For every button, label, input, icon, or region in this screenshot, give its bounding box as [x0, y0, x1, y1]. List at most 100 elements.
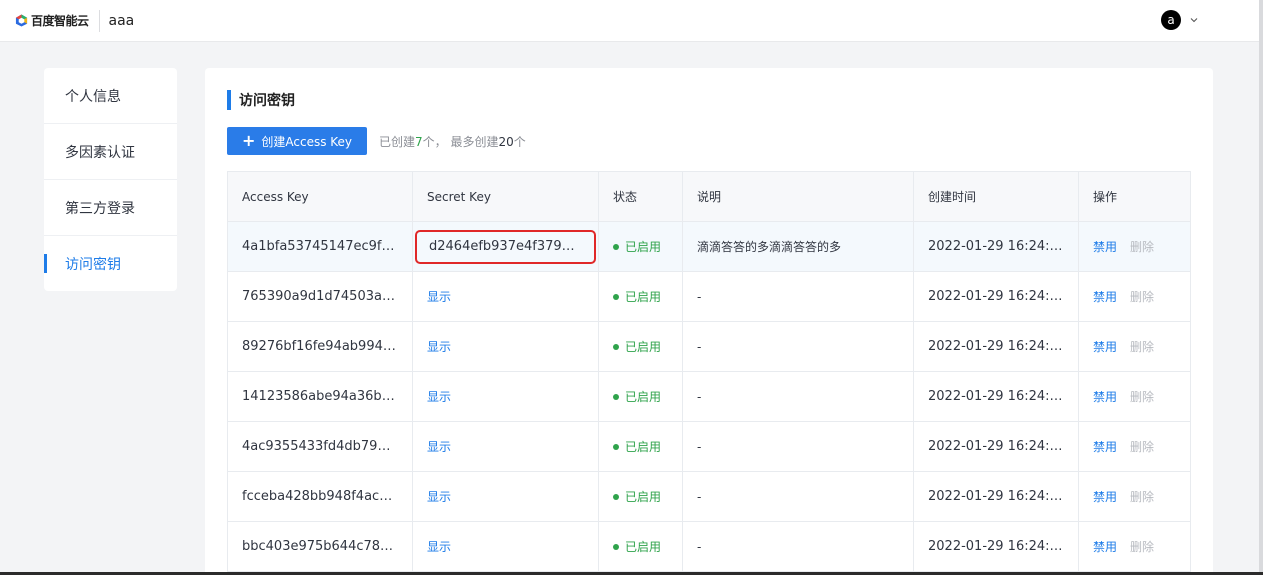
status-badge: 已启用: [613, 338, 661, 355]
avatar[interactable]: a: [1161, 10, 1181, 30]
chevron-down-icon[interactable]: [1190, 16, 1198, 24]
status-dot-icon: [613, 493, 619, 500]
column-header-created-time: 创建时间: [913, 171, 1079, 222]
secret-key-cell: 显示: [412, 371, 599, 422]
show-secret-link[interactable]: 显示: [427, 390, 451, 404]
status-text: 已启用: [625, 440, 662, 454]
quota-mid: 个， 最多创建: [422, 135, 499, 149]
status-text: 已启用: [625, 490, 662, 504]
actions-cell: 禁用 删除: [1078, 521, 1191, 572]
title-accent-bar: [227, 90, 231, 110]
show-secret-link[interactable]: 显示: [427, 490, 451, 504]
disable-button[interactable]: 禁用: [1093, 440, 1117, 454]
secret-key-cell: 显示: [412, 321, 599, 372]
status-text: 已启用: [625, 290, 662, 304]
column-header-actions: 操作: [1078, 171, 1191, 222]
show-secret-link[interactable]: 显示: [427, 340, 451, 354]
secret-key-cell: 显示: [412, 271, 599, 322]
status-text: 已启用: [625, 540, 662, 554]
status-dot-icon: [613, 443, 619, 450]
delete-button: 删除: [1130, 390, 1155, 404]
show-secret-link[interactable]: 显示: [427, 540, 451, 554]
access-key-cell: 765390a9d1d74503a7...: [227, 271, 413, 322]
status-badge: 已启用: [613, 538, 661, 555]
access-key-cell: 4ac9355433fd4db79b...: [227, 421, 413, 472]
header-divider: [98, 9, 100, 32]
secret-key-cell: 显示: [412, 471, 599, 522]
created-time-cell: 2022-01-29 16:24:26: [913, 371, 1079, 422]
description-cell: -: [682, 521, 914, 572]
disable-button[interactable]: 禁用: [1093, 390, 1117, 404]
sidebar-item-access-keys[interactable]: 访问密钥: [44, 236, 177, 292]
logo-text: 百度智能云: [31, 14, 89, 28]
sidebar: 个人信息 多因素认证 第三方登录 访问密钥: [44, 68, 177, 291]
sidebar-item-mfa[interactable]: 多因素认证: [44, 124, 177, 180]
table-header-row: Access Key Secret Key 状态 说明 创建时间 操作: [227, 171, 1191, 222]
quota-suffix: 个: [513, 135, 526, 149]
access-key-cell: 4a1bfa53745147ec9fa...: [227, 221, 413, 272]
status-cell: 已启用: [598, 221, 683, 272]
status-dot-icon: [613, 243, 619, 250]
status-badge: 已启用: [613, 438, 661, 455]
status-badge: 已启用: [613, 238, 661, 255]
quota-created-count: 7: [415, 135, 423, 149]
status-badge: 已启用: [613, 488, 661, 505]
plus-icon: +: [241, 131, 256, 150]
status-dot-icon: [613, 543, 619, 550]
description-cell: -: [682, 271, 914, 322]
actions-cell: 禁用 删除: [1078, 221, 1191, 272]
disable-button[interactable]: 禁用: [1093, 540, 1117, 554]
column-header-access-key: Access Key: [227, 171, 413, 222]
disable-button[interactable]: 禁用: [1093, 340, 1117, 354]
status-cell: 已启用: [598, 521, 683, 572]
delete-button: 删除: [1130, 490, 1155, 504]
description-cell: -: [682, 321, 914, 372]
delete-button: 删除: [1130, 440, 1155, 454]
account-name: aaa: [108, 12, 135, 29]
main-panel: 访问密钥 + 创建Access Key 已创建7个， 最多创建20个 Acces…: [205, 68, 1213, 575]
actions-cell: 禁用 删除: [1078, 321, 1191, 372]
created-time-cell: 2022-01-29 16:24:30: [913, 271, 1079, 322]
page-title: 访问密钥: [227, 90, 295, 110]
sidebar-item-third-party-login[interactable]: 第三方登录: [44, 180, 177, 236]
disable-button[interactable]: 禁用: [1093, 290, 1117, 304]
baidu-cloud-logo-icon: [15, 14, 28, 27]
status-dot-icon: [613, 393, 619, 400]
user-menu[interactable]: a: [1161, 10, 1198, 30]
actions-cell: 禁用 删除: [1078, 271, 1191, 322]
status-badge: 已启用: [613, 388, 661, 405]
quota-text: 已创建7个， 最多创建20个: [379, 133, 526, 150]
secret-key-cell: 显示: [412, 421, 599, 472]
description-cell: -: [682, 471, 914, 522]
description-cell: -: [682, 371, 914, 422]
column-header-secret-key: Secret Key: [412, 171, 599, 222]
secret-key-cell: 显示: [412, 521, 599, 572]
table-row: 4ac9355433fd4db79b... 显示 已启用 - 2022-01-2…: [227, 421, 1191, 472]
created-time-cell: 2022-01-29 16:24:30: [913, 521, 1079, 572]
quota-prefix: 已创建: [379, 135, 416, 149]
baidu-cloud-logo[interactable]: 百度智能云: [15, 12, 89, 29]
show-secret-link[interactable]: 显示: [427, 290, 451, 304]
status-dot-icon: [613, 343, 619, 350]
sidebar-item-personal-info[interactable]: 个人信息: [44, 68, 177, 124]
status-cell: 已启用: [598, 271, 683, 322]
actions-cell: 禁用 删除: [1078, 371, 1191, 422]
show-secret-link[interactable]: 显示: [427, 440, 451, 454]
created-time-cell: 2022-01-29 16:24:27: [913, 421, 1079, 472]
access-key-cell: fcceba428bb948f4ac1...: [227, 471, 413, 522]
window-right-edge: [1259, 0, 1263, 575]
disable-button[interactable]: 禁用: [1093, 490, 1117, 504]
access-key-cell: 14123586abe94a36b1...: [227, 371, 413, 422]
create-access-key-button[interactable]: + 创建Access Key: [227, 127, 367, 155]
disable-button[interactable]: 禁用: [1093, 240, 1117, 254]
status-text: 已启用: [625, 240, 662, 254]
table-row: 14123586abe94a36b1... 显示 已启用 - 2022-01-2…: [227, 371, 1191, 422]
status-cell: 已启用: [598, 471, 683, 522]
page-title-text: 访问密钥: [239, 93, 295, 109]
status-cell: 已启用: [598, 321, 683, 372]
delete-button: 删除: [1130, 540, 1155, 554]
table-row: 765390a9d1d74503a7... 显示 已启用 - 2022-01-2…: [227, 271, 1191, 322]
status-dot-icon: [613, 293, 619, 300]
create-access-key-label: 创建Access Key: [261, 134, 353, 149]
created-time-cell: 2022-01-29 16:24:24: [913, 471, 1079, 522]
